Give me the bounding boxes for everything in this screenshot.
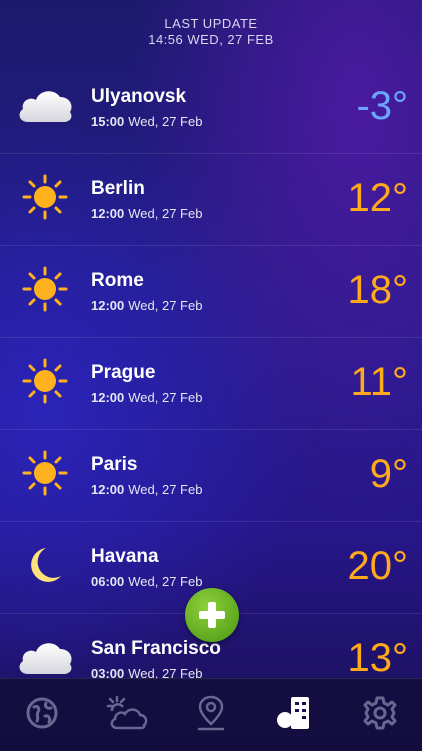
local-time: 12:00 Wed, 27 Feb (91, 482, 202, 497)
local-time-hour: 06:00 (91, 574, 125, 589)
temperature: -3° (356, 84, 408, 128)
local-date: Wed, 27 Feb (128, 574, 203, 589)
local-time: 12:00 Wed, 27 Feb (91, 390, 202, 405)
sun-cloud-icon (105, 695, 149, 736)
gear-icon (362, 695, 398, 736)
city-name: Paris (91, 454, 138, 475)
last-update-header: LAST UPDATE 14:56 WED, 27 FEB (0, 16, 422, 48)
temperature: 13° (347, 636, 409, 680)
local-time-hour: 15:00 (91, 114, 125, 129)
city-row[interactable]: Ulyanovsk 15:00 Wed, 27 Feb -3° (0, 62, 422, 154)
sun-icon (16, 358, 74, 404)
sun-icon (16, 450, 74, 496)
last-update-time: 14:56 WED, 27 FEB (148, 32, 274, 47)
local-time: 15:00 Wed, 27 Feb (91, 114, 202, 129)
local-time-hour: 12:00 (91, 206, 125, 221)
local-time-hour: 12:00 (91, 390, 125, 405)
city-name: Berlin (91, 178, 145, 199)
local-time-hour: 12:00 (91, 482, 125, 497)
city-row[interactable]: Rome 12:00 Wed, 27 Feb 18° (0, 246, 422, 338)
tab-location-pin[interactable] (186, 690, 236, 740)
temperature: 12° (347, 176, 409, 220)
temperature: 11° (350, 360, 408, 404)
location-pin-icon (194, 694, 228, 737)
tab-globe[interactable] (17, 690, 67, 740)
city-name: Havana (91, 546, 159, 567)
plus-icon (199, 602, 225, 628)
local-date: Wed, 27 Feb (128, 298, 203, 313)
add-city-button[interactable] (185, 588, 239, 642)
sun-icon (16, 174, 74, 220)
city-row[interactable]: Paris 12:00 Wed, 27 Feb 9° (0, 430, 422, 522)
globe-icon (25, 696, 59, 735)
cloud-icon (16, 634, 74, 680)
local-date: Wed, 27 Feb (128, 206, 203, 221)
local-date: Wed, 27 Feb (128, 482, 203, 497)
city-row[interactable]: Prague 12:00 Wed, 27 Feb 11° (0, 338, 422, 430)
tab-gear[interactable] (355, 690, 405, 740)
temperature: 18° (347, 268, 409, 312)
tab-bar (0, 678, 422, 751)
tab-sun-cloud[interactable] (102, 690, 152, 740)
local-time-hour: 12:00 (91, 298, 125, 313)
city-list-icon (275, 694, 315, 737)
city-row[interactable]: Berlin 12:00 Wed, 27 Feb 12° (0, 154, 422, 246)
city-name: Ulyanovsk (91, 86, 187, 107)
city-name: Prague (91, 362, 156, 383)
city-name: Rome (91, 270, 144, 291)
moon-icon (16, 542, 74, 588)
city-name: San Francisco (91, 638, 221, 659)
temperature: 20° (347, 544, 409, 588)
cloud-icon (16, 82, 74, 128)
local-time: 12:00 Wed, 27 Feb (91, 298, 202, 313)
temperature: 9° (369, 452, 408, 496)
local-time: 06:00 Wed, 27 Feb (91, 574, 202, 589)
sun-icon (16, 266, 74, 312)
last-update-label: LAST UPDATE (164, 16, 258, 31)
local-date: Wed, 27 Feb (128, 114, 203, 129)
tab-city-list[interactable] (270, 690, 320, 740)
local-date: Wed, 27 Feb (128, 390, 203, 405)
local-time: 12:00 Wed, 27 Feb (91, 206, 202, 221)
